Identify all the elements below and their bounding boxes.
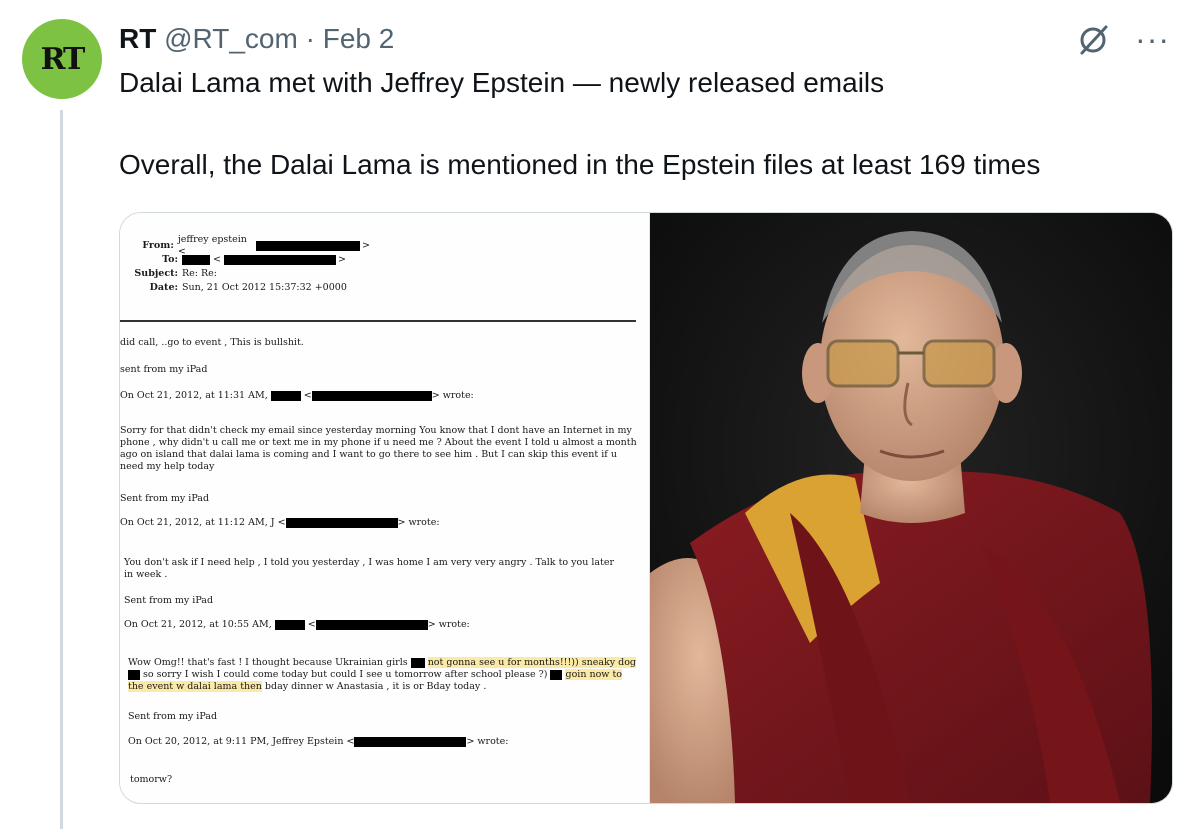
redaction-box [256,241,361,251]
email-line: tomorw? [130,774,173,785]
avatar-logo-text: RT [40,41,86,77]
media-attachment[interactable]: From: jeffrey epstein < > To: < > Subject: Re… [119,212,1173,804]
email-paragraph: You don't ask if I need help , I told yo… [124,557,615,580]
email-paragraph: Sorry for that didn't check my email sin… [120,425,637,472]
email-line: On Oct 21, 2012, at 11:31 AM, [120,390,268,401]
tweet-date[interactable]: Feb 2 [323,23,395,54]
portrait-photo[interactable] [650,213,1172,803]
wrote-text: > wrote: [427,619,470,630]
email-line: Sent from my iPad [124,595,214,606]
email-line-quote-header: On Oct 21, 2012, at 11:12 AM, J < > wrote… [120,517,440,529]
subject-label: Subject: [134,268,178,279]
wrote-text: > wrote: [397,517,440,528]
redaction-box [274,619,305,630]
separator-dot: · [305,23,315,54]
subject-value: Re: Re: [182,268,217,279]
tweet-text-line-2: Overall, the Dalai Lama is mentioned in … [119,149,1041,180]
tweet-text-line-1: Dalai Lama met with Jeffrey Epstein — ne… [119,67,885,98]
wrote-text: > wrote: [431,390,474,401]
email-line-quote-header: On Oct 20, 2012, at 9:11 PM, Jeffrey Eps… [128,736,508,748]
redaction-box [223,255,336,265]
email-paragraph-highlighted: Wow Omg!! that's fast ! I thought becaus… [128,657,637,692]
email-line: On Oct 21, 2012, at 10:55 AM, [124,619,272,630]
redaction-box [311,390,432,401]
tweet-actions: ··· [1077,22,1170,56]
email-line: Sent from my iPad [120,493,210,504]
email-document-image[interactable]: From: jeffrey epstein < > To: < > Subject: Re… [120,213,650,803]
redaction-box [354,736,467,747]
redaction-box [270,390,301,401]
date-value: Sun, 21 Oct 2012 15:37:32 +0000 [182,282,347,293]
email-line: did call, ..go to event , This is bullsh… [120,337,304,348]
header-divider [120,320,636,322]
redaction-box [285,517,398,528]
email-line-quote-header: On Oct 21, 2012, at 11:31 AM, < > wrote: [120,390,474,401]
date-label: Date: [149,282,178,293]
thread-line [60,110,63,829]
wrote-text: > wrote: [466,736,509,747]
redaction-box [182,255,210,265]
author-name[interactable]: RT [119,23,156,54]
email-header-block: From: jeffrey epstein < > To: < > Subject: Re… [120,234,370,295]
redaction-box [315,619,428,630]
email-line: sent from my iPad [120,364,208,375]
avatar[interactable]: RT [22,19,102,99]
email-line: Sent from my iPad [128,711,218,722]
author-handle[interactable]: @RT_com [164,23,298,54]
tweet-header: RT @RT_com · Feb 2 [119,22,394,56]
more-options-icon[interactable]: ··· [1135,23,1170,55]
grok-icon[interactable] [1077,22,1111,56]
to-label: To: [162,254,178,265]
portrait-illustration [650,213,1172,803]
email-line-quote-header: On Oct 21, 2012, at 10:55 AM, < > wrote: [124,619,470,630]
email-line: On Oct 21, 2012, at 11:12 AM, J < [120,517,286,528]
email-line: On Oct 20, 2012, at 9:11 PM, Jeffrey Eps… [128,736,355,747]
tweet-text: Dalai Lama met with Jeffrey Epstein — ne… [119,66,1179,182]
from-label: From: [142,240,174,251]
